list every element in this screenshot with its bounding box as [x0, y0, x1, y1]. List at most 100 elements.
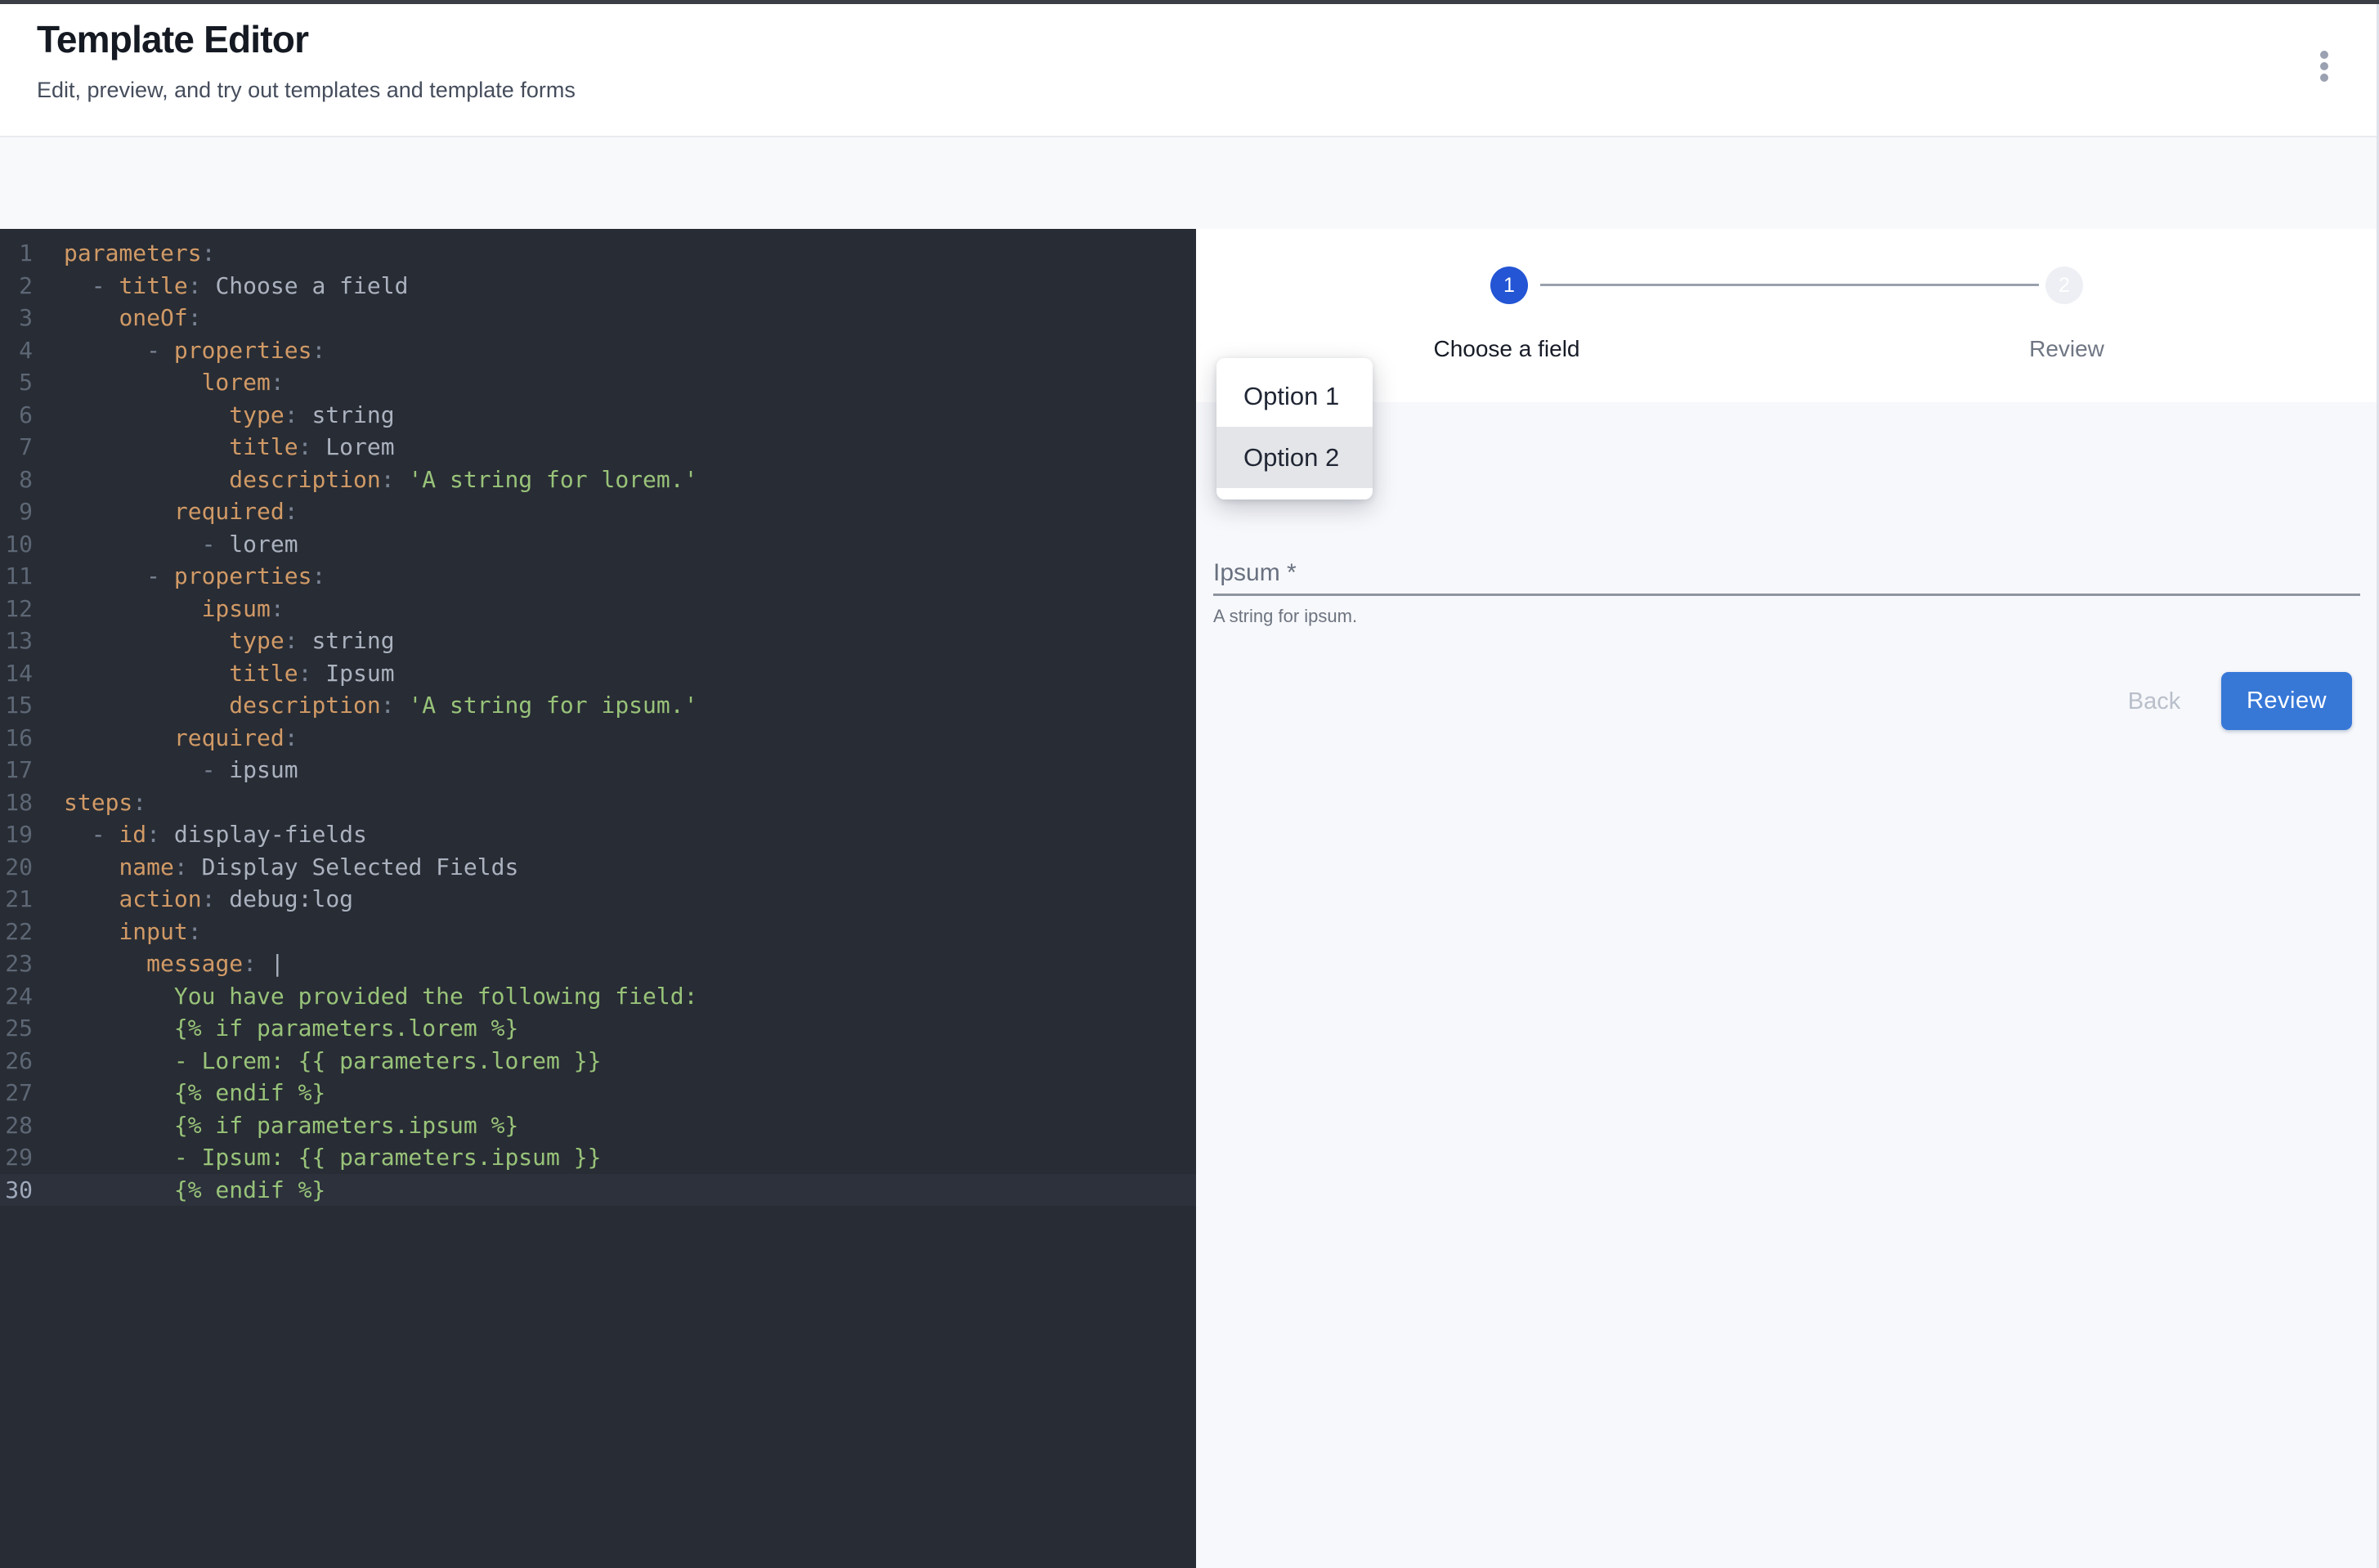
code-text: ipsum: [33, 593, 284, 625]
code-text: parameters: [33, 237, 215, 270]
code-text: lorem: [33, 366, 284, 399]
code-text: type: string [33, 625, 395, 657]
line-number: 24 [0, 980, 33, 1013]
ipsum-field-label: Ipsum * [1213, 559, 1297, 587]
code-line[interactable]: 25 {% if parameters.lorem %} [0, 1012, 1196, 1045]
step-2-label: Review [1903, 336, 2230, 362]
code-line[interactable]: 15 description: 'A string for ipsum.' [0, 689, 1196, 722]
code-line[interactable]: 29 - Ipsum: {{ parameters.ipsum }} [0, 1141, 1196, 1174]
code-line[interactable]: 5 lorem: [0, 366, 1196, 399]
code-text: title: Ipsum [33, 657, 395, 690]
code-line[interactable]: 14 title: Ipsum [0, 657, 1196, 690]
code-line[interactable]: 10 - lorem [0, 528, 1196, 561]
code-text: steps: [33, 786, 146, 819]
line-number: 22 [0, 916, 33, 948]
stepper-connector [1540, 284, 2039, 286]
line-number: 27 [0, 1077, 33, 1109]
code-text: {% if parameters.ipsum %} [33, 1109, 518, 1142]
code-text: - Lorem: {{ parameters.lorem }} [33, 1045, 601, 1077]
code-line[interactable]: 8 description: 'A string for lorem.' [0, 464, 1196, 496]
code-line[interactable]: 9 required: [0, 495, 1196, 528]
code-line[interactable]: 17 - ipsum [0, 754, 1196, 786]
menu-option[interactable]: Option 2 [1216, 427, 1373, 488]
line-number: 29 [0, 1141, 33, 1174]
line-number: 17 [0, 754, 33, 786]
step-1-label: Choose a field [1343, 336, 1670, 362]
code-text: input: [33, 916, 202, 948]
code-text: action: debug:log [33, 883, 353, 916]
code-line[interactable]: 6 type: string [0, 399, 1196, 432]
code-text: {% endif %} [33, 1174, 325, 1207]
code-text: oneOf: [33, 302, 202, 334]
line-number: 26 [0, 1045, 33, 1077]
line-number: 5 [0, 366, 33, 399]
code-line[interactable]: 16 required: [0, 722, 1196, 755]
line-number: 7 [0, 431, 33, 464]
code-text: {% if parameters.lorem %} [33, 1012, 518, 1045]
kebab-dot [2320, 62, 2328, 70]
code-line[interactable]: 4 - properties: [0, 334, 1196, 367]
line-number: 25 [0, 1012, 33, 1045]
code-line[interactable]: 2 - title: Choose a field [0, 270, 1196, 302]
code-text: name: Display Selected Fields [33, 851, 518, 884]
line-number: 11 [0, 560, 33, 593]
code-line[interactable]: 7 title: Lorem [0, 431, 1196, 464]
line-number: 18 [0, 786, 33, 819]
code-line[interactable]: 24 You have provided the following field… [0, 980, 1196, 1013]
code-text: - id: display-fields [33, 818, 367, 851]
line-number: 15 [0, 689, 33, 722]
code-line[interactable]: 3 oneOf: [0, 302, 1196, 334]
code-line[interactable]: 19 - id: display-fields [0, 818, 1196, 851]
code-line[interactable]: 30 {% endif %} [0, 1174, 1196, 1207]
code-text: required: [33, 722, 298, 755]
back-button[interactable]: Back [2097, 677, 2211, 726]
code-line[interactable]: 18steps: [0, 786, 1196, 819]
code-line[interactable]: 23 message: | [0, 948, 1196, 980]
ipsum-field-input[interactable] [1213, 594, 2360, 596]
template-form-panel: 1 2 Choose a field Review Option 1Option… [1196, 229, 2379, 1568]
code-text: - properties: [33, 560, 325, 593]
menu-option[interactable]: Option 1 [1216, 365, 1373, 427]
code-line[interactable]: 11 - properties: [0, 560, 1196, 593]
code-text: description: 'A string for ipsum.' [33, 689, 697, 722]
line-number: 8 [0, 464, 33, 496]
line-number: 19 [0, 818, 33, 851]
code-text: title: Lorem [33, 431, 395, 464]
load-template-row: Load Existing Template Example Template [0, 137, 2379, 229]
code-line[interactable]: 28 {% if parameters.ipsum %} [0, 1109, 1196, 1142]
code-line[interactable]: 1parameters: [0, 237, 1196, 270]
code-line[interactable]: 20 name: Display Selected Fields [0, 851, 1196, 884]
line-number: 21 [0, 883, 33, 916]
code-text: {% endif %} [33, 1077, 325, 1109]
page-subtitle: Edit, preview, and try out templates and… [37, 78, 576, 103]
code-line[interactable]: 22 input: [0, 916, 1196, 948]
code-text: You have provided the following field: [33, 980, 697, 1013]
yaml-code-editor[interactable]: 1parameters:2 - title: Choose a field3 o… [0, 229, 1196, 1568]
code-line[interactable]: 13 type: string [0, 625, 1196, 657]
ipsum-field-helper: A string for ipsum. [1213, 606, 1357, 627]
line-number: 4 [0, 334, 33, 367]
code-text: - ipsum [33, 754, 298, 786]
code-line[interactable]: 27 {% endif %} [0, 1077, 1196, 1109]
option-menu: Option 1Option 2 [1216, 358, 1373, 500]
line-number: 6 [0, 399, 33, 432]
step-2-circle[interactable]: 2 [2045, 267, 2083, 304]
code-text: - Ipsum: {{ parameters.ipsum }} [33, 1141, 601, 1174]
line-number: 30 [0, 1174, 33, 1207]
line-number: 16 [0, 722, 33, 755]
line-number: 20 [0, 851, 33, 884]
code-text: message: | [33, 948, 284, 980]
code-line[interactable]: 26 - Lorem: {{ parameters.lorem }} [0, 1045, 1196, 1077]
kebab-menu-icon[interactable] [2309, 43, 2340, 89]
code-text: - lorem [33, 528, 298, 561]
code-text: - title: Choose a field [33, 270, 408, 302]
line-number: 9 [0, 495, 33, 528]
code-line[interactable]: 12 ipsum: [0, 593, 1196, 625]
window-top-edge [0, 0, 2379, 4]
step-1-circle[interactable]: 1 [1490, 267, 1528, 304]
code-line[interactable]: 21 action: debug:log [0, 883, 1196, 916]
line-number: 10 [0, 528, 33, 561]
line-number: 2 [0, 270, 33, 302]
page-title: Template Editor [37, 17, 308, 61]
review-button[interactable]: Review [2221, 672, 2352, 730]
